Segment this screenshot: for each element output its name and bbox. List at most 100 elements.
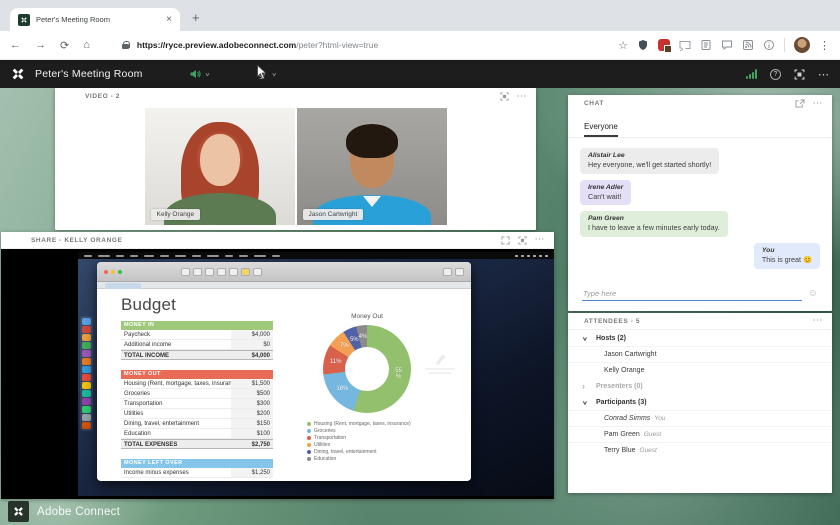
attendees-pod-header: ATTENDEES - 5 ⋯ [568,313,832,330]
legend-label: Dining, travel, entertainment [314,449,377,455]
fullscreen-icon[interactable] [794,69,805,80]
chat-text: This is great 😊 [762,255,812,265]
attendee-name: Kelly Orange [604,367,644,374]
chat-tab-everyone[interactable]: Everyone [584,122,618,137]
video-grid: Kelly Orange Jason Cartwright [55,108,536,226]
chart-legend-item: Housing (Rent, mortgage, taxes, insuranc… [307,420,449,427]
attendee-row[interactable]: Conrad SimmsYou [568,410,832,426]
video-tile-kelly: Kelly Orange [145,108,295,225]
menu-item [116,255,124,257]
budget-section-header: MONEY IN [121,321,273,330]
connection-signal-icon[interactable] [746,69,757,79]
document-watermark [423,353,457,376]
sheet-tabbar [97,282,471,289]
chat-message: Irene AdlerCan't wait! [580,180,820,206]
budget-row-value: $300 [231,399,273,408]
toolbar-button [181,268,190,276]
cast-icon[interactable] [679,39,691,51]
chart-legend-item: Utilities [307,441,449,448]
chat-bubble-icon[interactable] [721,39,733,51]
budget-section-header: MONEY LEFT OVER [121,459,273,468]
budget-section: MONEY INPaycheck$4,000Additional income$… [121,321,273,360]
legend-color-dot [307,422,311,426]
budget-row: Education$100 [121,429,273,439]
url-domain: https://ryce.preview.adobeconnect.com [137,40,296,50]
chat-message: Pam GreenI have to leave a few minutes e… [580,211,820,237]
reload-icon[interactable]: ⟳ [60,39,69,52]
budget-row-label: Utilities [121,409,231,418]
status-icon [515,255,518,257]
attendee-row[interactable]: Terry BlueGuest [568,442,832,458]
pin-extension-icon[interactable] [658,39,670,51]
chat-sender: Alistair Lee [588,152,711,159]
menu-bar-status-icons [515,255,548,257]
legend-label: Groceries [314,428,336,434]
video-pod: VIDEO - 2 ⋯ Kelly Orange Jason Cartwrigh… [55,88,536,230]
dock-icon [82,342,91,349]
chat-input[interactable] [582,287,802,301]
attendee-row[interactable]: Kelly Orange [568,362,832,378]
chat-tabs: Everyone [568,112,832,138]
rss-icon[interactable] [742,39,754,51]
home-icon[interactable]: ⌂ [83,39,90,51]
pod-fullscreen-icon[interactable] [518,236,527,245]
speaker-control[interactable]: ∨ [189,68,211,80]
share-pod: SHARE - KELLY ORANGE ⋯ [1,232,554,499]
budget-row-label: Groceries [121,389,231,398]
video-nametag: Jason Cartwright [303,209,364,220]
attendee-row[interactable]: Pam GreenGuest [568,426,832,442]
emoji-picker-icon[interactable]: ☺ [808,289,818,299]
chevron-right-icon: › [582,381,589,391]
budget-total-value: $4,000 [231,351,273,359]
dock-icon [82,414,91,421]
toolbar-button [241,268,250,276]
dock-icon [82,358,91,365]
info-icon[interactable] [763,39,775,51]
url-field[interactable]: https://ryce.preview.adobeconnect.com/pe… [137,40,618,50]
budget-row: Additional income$0 [121,340,273,350]
attendee-group-header[interactable]: ∨Hosts (2) [568,330,832,346]
browser-menu-icon[interactable]: ⋮ [819,39,830,52]
chart-legend-item: Groceries [307,427,449,434]
chat-pod-menu-icon[interactable]: ⋯ [813,101,824,107]
meeting-menu-icon[interactable]: ⋯ [818,68,830,81]
legend-label: Housing (Rent, mortgage, taxes, insuranc… [314,421,411,427]
shield-extension-icon[interactable] [637,39,649,51]
pod-expand-icon[interactable] [501,236,510,245]
book-icon[interactable] [700,39,712,51]
video-pod-menu-icon[interactable]: ⋯ [517,94,528,100]
budget-row: Income minus expenses$1,250 [121,468,273,478]
budget-section: MONEY OUTHousing (Rent, mortgage, taxes,… [121,370,273,449]
back-icon[interactable]: ← [10,39,21,51]
budget-row-value: $4,000 [231,330,273,339]
chat-text: I have to leave a few minutes early toda… [588,223,720,233]
chevron-down-icon: ∨ [271,71,277,77]
chevron-down-icon: ∨ [582,335,589,341]
toolbar-button [217,268,226,276]
chat-sender: Irene Adler [588,184,623,191]
attendees-pod-title: ATTENDEES - 5 [584,318,640,325]
menu-item [225,255,233,257]
budget-row-label: Transportation [121,399,231,408]
share-pod-menu-icon[interactable]: ⋯ [535,237,546,243]
new-tab-button[interactable]: + [192,10,200,25]
pop-out-icon[interactable] [795,99,805,108]
attendee-group-header[interactable]: ∨Participants (3) [568,394,832,410]
attendees-pod-menu-icon[interactable]: ⋯ [813,318,824,324]
dock-icon [82,406,91,413]
browser-tab[interactable]: Peter's Meeting Room × [10,8,180,31]
status-icon [539,255,542,257]
tab-close-icon[interactable]: × [166,14,172,25]
status-icon [545,255,548,257]
profile-avatar[interactable] [794,37,810,53]
attendee-group-header[interactable]: ›Presenters (0) [568,378,832,394]
video-nametag: Kelly Orange [151,209,201,220]
bookmark-star-icon[interactable]: ☆ [618,39,628,52]
legend-color-dot [307,450,311,454]
attendee-row[interactable]: Jason Cartwright [568,346,832,362]
forward-icon[interactable]: → [35,39,46,51]
pod-fullscreen-icon[interactable] [500,92,509,101]
help-icon[interactable]: ? [770,69,781,80]
chat-message-list[interactable]: Alistair LeeHey everyone, we'll get star… [568,138,832,281]
menu-item [98,255,110,257]
